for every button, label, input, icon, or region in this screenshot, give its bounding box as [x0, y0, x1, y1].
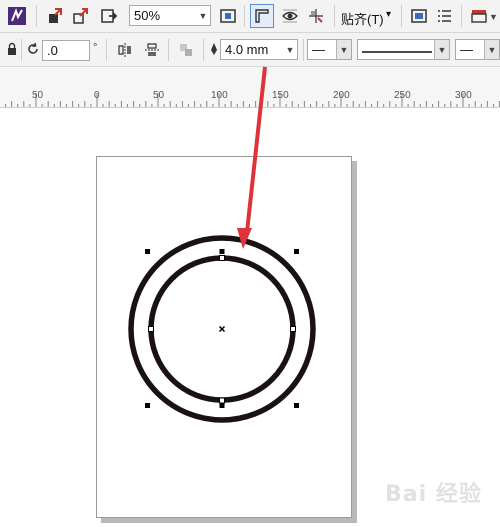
drawing-layer: [128, 66, 316, 423]
node-handle[interactable]: [290, 326, 296, 332]
selection-handle[interactable]: [145, 249, 150, 254]
center-marker-icon[interactable]: [218, 325, 226, 333]
selection-handle[interactable]: [219, 403, 225, 408]
node-handle[interactable]: [219, 397, 225, 404]
node-handle[interactable]: [219, 255, 225, 261]
selection-handle[interactable]: [294, 249, 299, 254]
node-handle[interactable]: [148, 326, 154, 332]
watermark: Bai 经验: [385, 482, 482, 507]
annotation-arrow-shaft: [245, 66, 267, 233]
selection-handle[interactable]: [219, 249, 225, 254]
selection-handle[interactable]: [145, 403, 150, 408]
selection-handle[interactable]: [294, 403, 299, 408]
